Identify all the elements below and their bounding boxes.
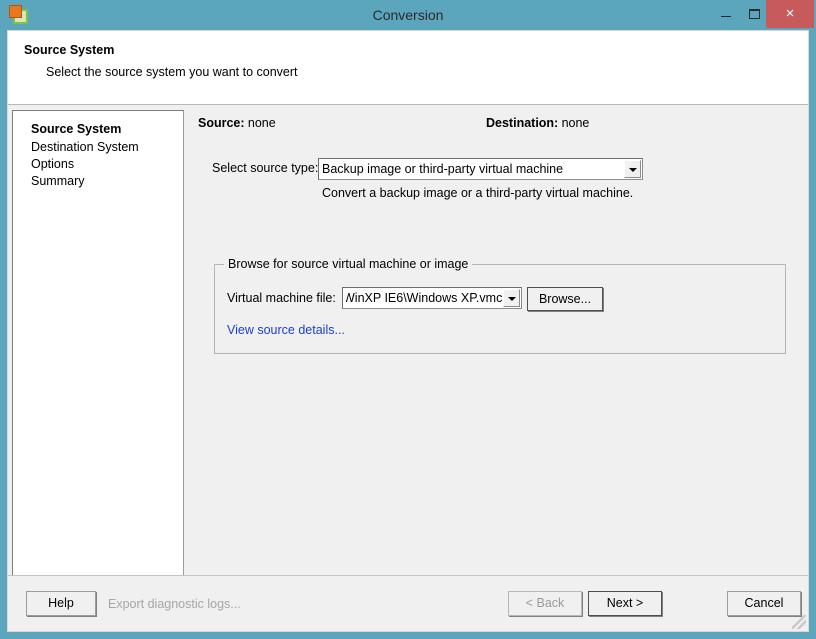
source-status-value: none — [247, 116, 276, 130]
client-area: Source System Select the source system y… — [7, 30, 809, 632]
status-row: Source: none Destination: none — [186, 116, 808, 134]
cancel-button[interactable]: Cancel — [727, 591, 801, 616]
source-type-select[interactable]: Backup image or third-party virtual mach… — [318, 158, 643, 180]
sidebar-item-options[interactable]: Options — [31, 157, 74, 171]
browse-button[interactable]: Browse... — [527, 287, 603, 311]
application-window: Conversion × Source System Select the so… — [0, 0, 816, 639]
vm-file-dropdown-button[interactable] — [503, 289, 520, 307]
export-diagnostic-logs-link: Export diagnostic logs... — [108, 597, 241, 611]
source-type-hint: Convert a backup image or a third-party … — [322, 186, 634, 200]
close-icon: × — [785, 5, 795, 22]
wizard-content: Source: none Destination: none Select so… — [186, 106, 808, 557]
source-type-dropdown-button[interactable] — [624, 160, 641, 178]
destination-status-value: none — [561, 116, 590, 130]
browse-source-group: Browse for source virtual machine or ima… — [214, 257, 786, 354]
maximize-button[interactable] — [739, 0, 769, 28]
close-button[interactable]: × — [766, 0, 814, 28]
view-source-details-link[interactable]: View source details... — [227, 323, 345, 337]
sidebar-item-summary[interactable]: Summary — [31, 174, 84, 188]
minimize-icon — [721, 16, 731, 17]
source-type-label: Select source type: — [212, 161, 319, 175]
wizard-header: Source System Select the source system y… — [8, 31, 808, 105]
source-status: Source: none — [198, 116, 276, 130]
destination-status: Destination: none — [486, 116, 589, 130]
source-type-value: Backup image or third-party virtual mach… — [322, 162, 564, 176]
vm-file-label: Virtual machine file: — [227, 291, 336, 305]
sidebar-item-destination-system[interactable]: Destination System — [31, 140, 139, 154]
chevron-down-icon — [629, 168, 637, 172]
sidebar-item-source-system[interactable]: Source System — [31, 122, 121, 136]
page-subtitle: Select the source system you want to con… — [46, 65, 298, 79]
resize-grip[interactable] — [792, 615, 806, 629]
window-title: Conversion — [372, 7, 444, 23]
chevron-down-icon — [508, 297, 516, 301]
vm-file-value: WinXP IE6\Windows XP.vmc — [346, 291, 502, 305]
title-bar[interactable]: Conversion × — [0, 0, 816, 30]
wizard-step-list: Source System Destination System Options… — [12, 110, 184, 576]
maximize-icon — [749, 9, 760, 19]
vm-file-select[interactable]: WinXP IE6\Windows XP.vmc — [342, 287, 522, 309]
minimize-button[interactable] — [711, 0, 741, 28]
page-title: Source System — [24, 43, 115, 57]
help-button[interactable]: Help — [26, 591, 96, 616]
next-button[interactable]: Next > — [588, 591, 662, 616]
wizard-body: Source System Destination System Options… — [8, 106, 808, 576]
wizard-footer: Help Export diagnostic logs... < Back Ne… — [8, 575, 808, 631]
back-button: < Back — [508, 591, 582, 616]
destination-status-label: Destination: — [486, 116, 559, 130]
source-status-label: Source: — [198, 116, 245, 130]
browse-source-group-title: Browse for source virtual machine or ima… — [224, 257, 473, 271]
